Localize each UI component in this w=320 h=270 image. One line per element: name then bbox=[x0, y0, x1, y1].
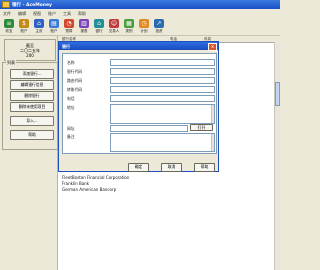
open-website-button[interactable]: 打开 bbox=[190, 124, 213, 131]
notes-textarea[interactable] bbox=[110, 133, 215, 152]
field-label-transfer-code: 转账代码 bbox=[67, 87, 83, 92]
menu-bar: 文件 编辑 视图 账户 工具 帮助 bbox=[0, 9, 280, 17]
table-row[interactable]: Franklin Bank bbox=[62, 181, 89, 186]
transfer-code-input[interactable] bbox=[110, 86, 215, 93]
group-label: 列表 bbox=[6, 60, 16, 66]
toolbar-button-payee[interactable]: ☺ 交易人 bbox=[107, 18, 121, 35]
payee-icon: ☺ bbox=[109, 19, 119, 28]
toolbar-label: 计划 bbox=[140, 29, 148, 33]
toolbar-button-report[interactable]: ▥ 报表 bbox=[77, 18, 91, 35]
phone-input[interactable] bbox=[110, 95, 215, 102]
bank-dialog: 银行 × 名称 银行代码 路由代码 转账代码 电话 地址 网址 打开 备注 确定… bbox=[58, 41, 219, 172]
toolbar-button-budget[interactable]: ◔ 预算 bbox=[62, 18, 76, 35]
website-input[interactable] bbox=[110, 125, 188, 132]
import-button[interactable]: 导入... bbox=[10, 116, 54, 126]
toolbar-label: 收支 bbox=[5, 29, 13, 33]
budget-icon: ◔ bbox=[64, 19, 74, 28]
left-pane: 截至 二〇二五年 200 列表 添加银行... 编辑银行信息 删除银行 删除未使… bbox=[0, 36, 58, 270]
home-icon: ⌂ bbox=[34, 19, 44, 28]
add-bank-button[interactable]: 添加银行... bbox=[10, 69, 54, 79]
category-icon: ▦ bbox=[124, 19, 134, 28]
name-input[interactable] bbox=[110, 59, 215, 66]
routing-code-input[interactable] bbox=[110, 77, 215, 84]
report-icon: ▥ bbox=[79, 19, 89, 28]
toolbar-label: 账户 bbox=[20, 29, 28, 33]
field-label-bank-code: 银行代码 bbox=[67, 69, 83, 74]
app-icon bbox=[2, 1, 10, 8]
schedule-icon: ◷ bbox=[139, 19, 149, 28]
notes-scrollbar[interactable] bbox=[211, 134, 214, 151]
table-row[interactable]: FleetBoston Financial Corporation bbox=[62, 175, 129, 180]
delete-unused-button[interactable]: 删除未使用项目 bbox=[10, 102, 54, 112]
address-scrollbar[interactable] bbox=[211, 105, 214, 123]
toolbar-button-invest[interactable]: ↗ 投资 bbox=[152, 18, 166, 35]
dialog-form: 名称 银行代码 路由代码 转账代码 电话 地址 网址 打开 备注 bbox=[62, 53, 217, 154]
accounts-icon: $ bbox=[19, 19, 29, 28]
summary-count: 200 bbox=[26, 53, 34, 58]
delete-bank-button[interactable]: 删除银行 bbox=[10, 91, 54, 101]
edit-bank-button[interactable]: 编辑银行信息 bbox=[10, 80, 54, 90]
toolbar-button-ledger[interactable]: ≡ 收支 bbox=[2, 18, 16, 35]
ledger-icon: ≡ bbox=[4, 19, 14, 28]
toolbar-label: 报表 bbox=[80, 29, 88, 33]
bank-code-input[interactable] bbox=[110, 68, 215, 75]
address-textarea[interactable] bbox=[110, 104, 215, 124]
invest-icon: ↗ bbox=[154, 19, 164, 28]
dialog-title: 银行 bbox=[62, 44, 70, 49]
field-label-name: 名称 bbox=[67, 60, 75, 65]
toolbar-button-schedule[interactable]: ◷ 计划 bbox=[137, 18, 151, 35]
window-title-bar: 银行 - AceMoney bbox=[0, 0, 280, 9]
field-label-phone: 电话 bbox=[67, 96, 75, 101]
table-row[interactable]: German American Bancorp bbox=[62, 187, 116, 192]
dialog-title-bar: 银行 × bbox=[59, 42, 218, 51]
field-label-address: 地址 bbox=[67, 105, 75, 110]
close-icon[interactable]: × bbox=[208, 43, 217, 51]
field-label-website: 网址 bbox=[67, 126, 75, 131]
toolbar-button-bank[interactable]: ⌂ 银行 bbox=[92, 18, 106, 35]
toolbar-button-home[interactable]: ⌂ 主页 bbox=[32, 18, 46, 35]
toolbar-label: 交易人 bbox=[108, 29, 120, 33]
toolbar-button-account[interactable]: ▤ 账户 bbox=[47, 18, 61, 35]
toolbar-button-category[interactable]: ▦ 类别 bbox=[122, 18, 136, 35]
dialog-help-button[interactable]: 帮助 bbox=[194, 163, 215, 172]
help-button[interactable]: 帮助 bbox=[10, 130, 54, 140]
bank-icon: ⌂ bbox=[94, 19, 104, 28]
field-label-notes: 备注 bbox=[67, 134, 75, 139]
actions-group: 列表 添加银行... 编辑银行信息 删除银行 删除未使用项目 导入... 帮助 bbox=[2, 60, 58, 150]
window-title: 银行 - AceMoney bbox=[12, 3, 52, 8]
toolbar-label: 类别 bbox=[125, 29, 133, 33]
scrollbar-thumb[interactable] bbox=[275, 82, 280, 106]
toolbar: ≡ 收支 $ 账户 ⌂ 主页 ▤ 账户 ◔ 预算 ▥ 报表 ⌂ 银行 ☺ 交易人… bbox=[0, 17, 280, 36]
summary-box: 截至 二〇二五年 200 bbox=[4, 39, 56, 61]
toolbar-label: 预算 bbox=[65, 29, 73, 33]
cancel-button[interactable]: 取消 bbox=[161, 163, 182, 172]
toolbar-label: 主页 bbox=[35, 29, 43, 33]
table-scrollbar[interactable] bbox=[274, 42, 280, 270]
toolbar-label: 投资 bbox=[155, 29, 163, 33]
toolbar-label: 银行 bbox=[95, 29, 103, 33]
ok-button[interactable]: 确定 bbox=[128, 163, 149, 172]
field-label-routing-code: 路由代码 bbox=[67, 78, 83, 83]
account-icon: ▤ bbox=[49, 19, 59, 28]
toolbar-button-accounts[interactable]: $ 账户 bbox=[17, 18, 31, 35]
toolbar-label: 账户 bbox=[50, 29, 58, 33]
